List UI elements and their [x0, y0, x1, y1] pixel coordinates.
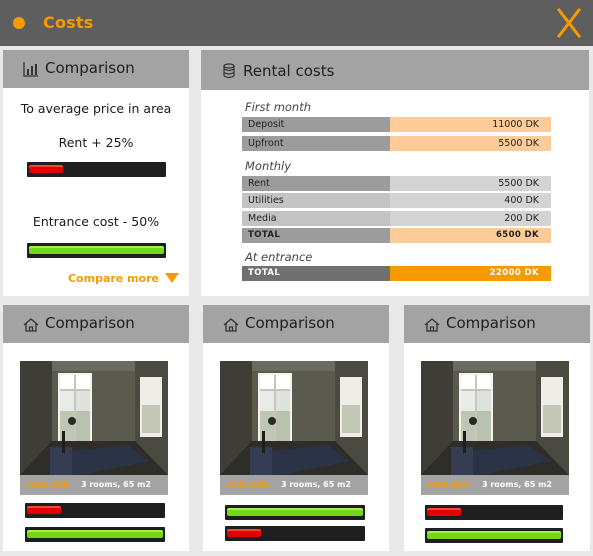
cost-row: Media 200 DK [242, 211, 551, 226]
card-title: Comparison [245, 314, 335, 332]
comparison-panel: Comparison To average price in area Rent… [3, 50, 189, 296]
listing-rooms: 3 rooms, 65 m2 [481, 480, 552, 489]
room-photo [220, 361, 368, 475]
cost-value: 5500 DK [390, 176, 551, 191]
comparison-card[interactable]: Comparison 7500 DKK 3 rooms, 65 m2 [404, 305, 590, 551]
card-title: Comparison [446, 314, 536, 332]
card-bar-2-fill [27, 530, 163, 538]
monthly-heading: Monthly [245, 159, 292, 173]
cost-row: Utilities 400 DK [242, 193, 551, 208]
cost-label: Upfront [242, 136, 390, 151]
card-header: Comparison [3, 305, 189, 343]
comparison-subtitle: To average price in area [20, 101, 172, 116]
room-photo-frame[interactable] [20, 361, 168, 475]
entrance-comparison-fill [29, 246, 164, 254]
rent-comparison-fill [29, 165, 63, 173]
listing-rooms: 3 rooms, 65 m2 [80, 480, 151, 489]
cost-label: Deposit [242, 117, 390, 132]
cost-label: TOTAL [242, 228, 390, 243]
cost-total-row: TOTAL 22000 DK [242, 266, 551, 281]
cost-value: 400 DK [390, 193, 551, 208]
card-bar-2 [425, 528, 563, 543]
card-bar-1-fill [227, 508, 363, 516]
home-icon [23, 318, 39, 332]
card-title: Comparison [45, 314, 135, 332]
home-icon [223, 318, 239, 332]
listing-price: 7500 DKK [25, 480, 70, 489]
room-photo-frame[interactable] [220, 361, 368, 475]
comparison-header: Comparison [3, 50, 189, 88]
listing-caption: 7500 DKK 3 rooms, 65 m2 [421, 475, 569, 495]
app-header: Costs [0, 0, 593, 46]
card-bar-1 [425, 505, 563, 520]
rent-comparison-bar [27, 162, 166, 177]
cost-value: 11000 DK [390, 117, 551, 132]
cost-value: 5500 DK [390, 136, 551, 151]
at-entrance-heading: At entrance [245, 250, 313, 264]
coin-stack-icon [223, 63, 235, 79]
card-header: Comparison [404, 305, 590, 343]
cost-value: 22000 DK [390, 266, 551, 281]
cost-label: TOTAL [242, 266, 390, 281]
rental-costs-title: Rental costs [243, 62, 335, 80]
cost-row: Rent 5500 DK [242, 176, 551, 191]
close-x-icon[interactable] [556, 8, 582, 38]
card-bar-1-fill [27, 506, 61, 514]
comparison-card[interactable]: Comparison 7500 DKK 3 rooms, 65 m2 [203, 305, 389, 551]
cost-label: Rent [242, 176, 390, 191]
entrance-comparison-label: Entrance cost - 50% [32, 214, 160, 229]
card-header: Comparison [203, 305, 389, 343]
card-bar-2 [225, 526, 365, 541]
page-title: Costs [43, 13, 94, 32]
cost-value: 6500 DK [390, 228, 551, 243]
compare-more-label: Compare more [67, 272, 159, 285]
cost-row: Deposit 11000 DK [242, 117, 551, 132]
cost-value: 200 DK [390, 211, 551, 226]
card-bar-2 [25, 527, 165, 542]
rental-costs-panel: Rental costs First month Deposit 11000 D… [201, 50, 589, 296]
bar-chart-icon [23, 62, 38, 77]
card-bar-2-fill [227, 529, 261, 537]
listing-caption: 7500 DKK 3 rooms, 65 m2 [220, 475, 368, 495]
room-photo [421, 361, 569, 475]
listing-caption: 7500 DKK 3 rooms, 65 m2 [20, 475, 168, 495]
card-bar-2-fill [427, 531, 561, 539]
card-bar-1-fill [427, 508, 461, 516]
comparison-card[interactable]: Comparison 7500 DKK 3 rooms, 65 m2 [3, 305, 189, 551]
listing-price: 7500 DKK [426, 480, 471, 489]
compare-more-link[interactable]: Compare more [68, 272, 179, 285]
card-bar-1 [225, 505, 365, 520]
rental-costs-header: Rental costs [201, 50, 589, 90]
room-photo-frame[interactable] [421, 361, 569, 475]
triangle-down-icon [165, 273, 179, 283]
first-month-heading: First month [245, 100, 312, 114]
listing-price: 7500 DKK [225, 480, 270, 489]
room-photo [20, 361, 168, 475]
cost-total-row: TOTAL 6500 DK [242, 228, 551, 243]
cost-label: Media [242, 211, 390, 226]
card-bar-1 [25, 503, 165, 518]
listing-rooms: 3 rooms, 65 m2 [280, 480, 351, 489]
rent-comparison-label: Rent + 25% [58, 135, 134, 150]
status-dot-icon [13, 17, 25, 29]
home-icon [424, 318, 440, 332]
cost-label: Utilities [242, 193, 390, 208]
comparison-title: Comparison [45, 59, 135, 77]
cost-row: Upfront 5500 DK [242, 136, 551, 151]
entrance-comparison-bar [27, 243, 166, 258]
